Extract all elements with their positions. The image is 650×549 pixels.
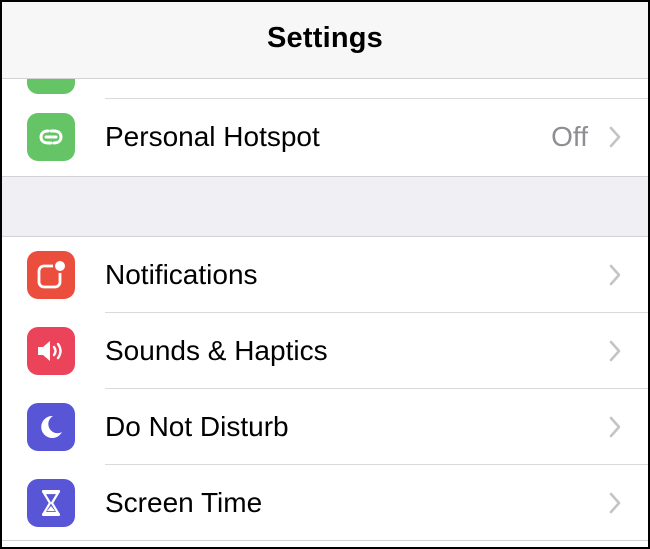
chevron-right-icon: [609, 264, 621, 286]
do-not-disturb-label: Do Not Disturb: [105, 411, 289, 442]
page-title: Settings: [267, 22, 383, 54]
settings-row-personal-hotspot[interactable]: Personal Hotspot Off: [2, 99, 648, 175]
settings-row-notifications[interactable]: Notifications: [2, 237, 648, 313]
personal-hotspot-label: Personal Hotspot: [105, 121, 320, 152]
notifications-icon: [27, 251, 75, 299]
personal-hotspot-value: Off: [551, 121, 588, 152]
settings-row-sounds-haptics[interactable]: Sounds & Haptics: [2, 313, 648, 389]
settings-row-do-not-disturb[interactable]: Do Not Disturb: [2, 389, 648, 465]
sounds-haptics-icon: [27, 327, 75, 375]
settings-group-notifications: Notifications Sounds & Haptics Do Not Di…: [2, 237, 648, 547]
navigation-bar: Settings: [2, 2, 648, 79]
do-not-disturb-icon: [27, 403, 75, 451]
chevron-right-icon: [609, 126, 621, 148]
sounds-haptics-label: Sounds & Haptics: [105, 335, 328, 366]
screen-time-label: Screen Time: [105, 487, 263, 518]
screen-time-icon: [27, 479, 75, 527]
chevron-right-icon: [609, 416, 621, 438]
settings-screen: Settings Personal Hotspot Off Notificati…: [2, 2, 648, 547]
group-bottom-border: [2, 176, 648, 177]
chevron-right-icon: [609, 492, 621, 514]
group-bottom-border: [2, 540, 648, 541]
chevron-right-icon: [609, 340, 621, 362]
notifications-label: Notifications: [105, 259, 258, 290]
personal-hotspot-icon: [27, 113, 75, 161]
settings-row-screen-time[interactable]: Screen Time: [2, 465, 648, 541]
